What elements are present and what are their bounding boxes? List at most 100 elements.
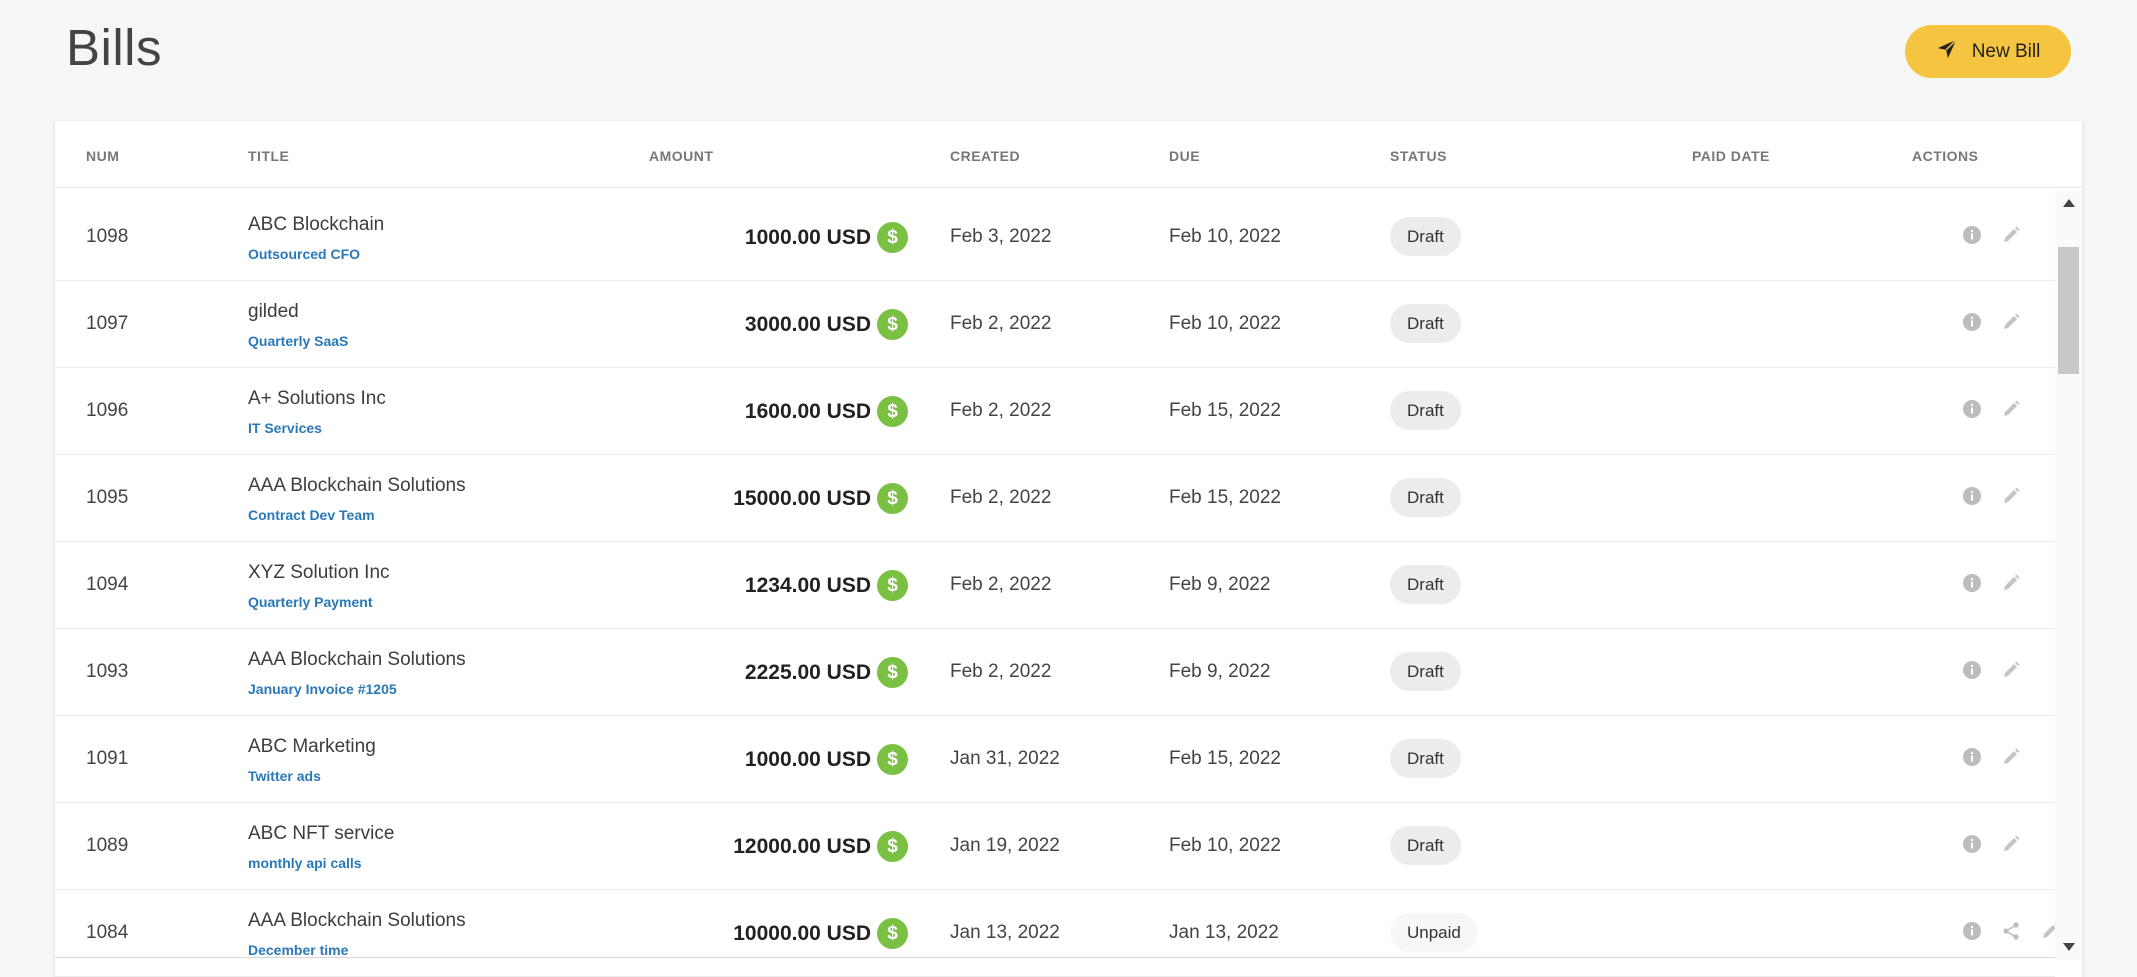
row-actions — [1962, 399, 2021, 419]
pencil-icon[interactable] — [2001, 834, 2021, 854]
bill-number: 1089 — [86, 835, 129, 856]
column-header-status[interactable]: STATUS — [1390, 148, 1447, 164]
bill-amount: 2225.00 USD $ — [615, 657, 908, 688]
bill-title: gilded — [248, 301, 299, 322]
bill-title: AAA Blockchain Solutions — [248, 910, 466, 931]
bill-amount: 12000.00 USD $ — [615, 831, 908, 862]
info-icon[interactable] — [1962, 573, 1982, 593]
table-scrollbar[interactable] — [2055, 190, 2082, 960]
table-header: NUM TITLE AMOUNT CREATED DUE STATUS PAID… — [55, 121, 2082, 188]
bill-subtitle-link[interactable]: December time — [248, 942, 348, 958]
row-actions — [1962, 312, 2021, 332]
status-badge: Draft — [1390, 739, 1461, 778]
status-badge: Unpaid — [1390, 913, 1478, 952]
amount-value: 15000.00 USD — [733, 486, 871, 510]
table-row[interactable]: 1089 ABC NFT service monthly api calls 1200… — [55, 803, 2055, 890]
table-row[interactable]: 1095 AAA Blockchain Solutions Contract Dev… — [55, 455, 2055, 542]
status-badge: Draft — [1390, 826, 1461, 865]
dollar-coin-icon: $ — [877, 396, 908, 427]
bill-subtitle-link[interactable]: Contract Dev Team — [248, 507, 375, 523]
created-date: Feb 2, 2022 — [950, 487, 1052, 508]
due-date: Feb 9, 2022 — [1169, 574, 1271, 595]
scroll-up-arrow[interactable] — [2063, 199, 2075, 207]
info-icon[interactable] — [1962, 312, 1982, 332]
column-header-due[interactable]: DUE — [1169, 148, 1200, 164]
table-row[interactable]: 1091 ABC Marketing Twitter ads 1000.00 USD $… — [55, 716, 2055, 803]
amount-value: 12000.00 USD — [733, 834, 871, 858]
bill-amount: 1600.00 USD $ — [615, 396, 908, 427]
dollar-coin-icon: $ — [877, 222, 908, 253]
bill-title: XYZ Solution Inc — [248, 562, 390, 583]
table-row[interactable]: 1098 ABC Blockchain Outsourced CFO 1000.00 … — [55, 194, 2055, 281]
created-date: Jan 19, 2022 — [950, 835, 1060, 856]
column-header-amount[interactable]: AMOUNT — [649, 148, 713, 164]
table-row[interactable]: 1093 AAA Blockchain Solutions January Invo… — [55, 629, 2055, 716]
share-icon[interactable] — [2001, 921, 2021, 941]
row-actions — [1962, 834, 2021, 854]
amount-value: 1600.00 USD — [744, 399, 871, 423]
created-date: Feb 2, 2022 — [950, 313, 1052, 334]
info-icon[interactable] — [1962, 399, 1982, 419]
bill-title: A+ Solutions Inc — [248, 388, 386, 409]
pencil-icon[interactable] — [2001, 747, 2021, 767]
new-bill-button[interactable]: New Bill — [1905, 25, 2071, 78]
status-badge: Draft — [1390, 565, 1461, 604]
dollar-coin-icon: $ — [877, 309, 908, 340]
new-bill-label: New Bill — [1971, 40, 2041, 62]
pencil-icon[interactable] — [2001, 573, 2021, 593]
created-date: Jan 31, 2022 — [950, 748, 1060, 769]
table-row[interactable]: 1094 XYZ Solution Inc Quarterly Payment 123… — [55, 542, 2055, 629]
info-icon[interactable] — [1962, 486, 1982, 506]
column-header-title[interactable]: TITLE — [248, 148, 289, 164]
status-badge: Draft — [1390, 478, 1461, 517]
info-icon[interactable] — [1962, 921, 1982, 941]
dollar-coin-icon: $ — [877, 570, 908, 601]
table-row[interactable]: 1097 gilded Quarterly SaaS 3000.00 USD $ Feb … — [55, 281, 2055, 368]
bill-subtitle-link[interactable]: Quarterly Payment — [248, 594, 373, 610]
pencil-icon[interactable] — [2001, 486, 2021, 506]
bill-title: ABC Blockchain — [248, 214, 385, 235]
due-date: Feb 15, 2022 — [1169, 748, 1281, 769]
bill-subtitle-link[interactable]: Twitter ads — [248, 768, 321, 784]
column-header-created[interactable]: CREATED — [950, 148, 1020, 164]
row-actions — [1962, 573, 2021, 593]
bill-number: 1091 — [86, 748, 129, 769]
column-header-actions: ACTIONS — [1912, 148, 1979, 164]
row-actions — [1962, 486, 2021, 506]
bill-title: ABC NFT service — [248, 823, 395, 844]
table-row[interactable]: 1096 A+ Solutions Inc IT Services 1600.00 U… — [55, 368, 2055, 455]
scroll-thumb[interactable] — [2058, 247, 2079, 374]
pencil-icon[interactable] — [2001, 399, 2021, 419]
bill-title: ABC Marketing — [248, 736, 376, 757]
info-icon[interactable] — [1962, 660, 1982, 680]
due-date: Feb 10, 2022 — [1169, 313, 1281, 334]
info-icon[interactable] — [1962, 834, 1982, 854]
created-date: Feb 2, 2022 — [950, 400, 1052, 421]
bill-amount: 10000.00 USD $ — [615, 918, 908, 949]
bill-amount: 1000.00 USD $ — [615, 744, 908, 775]
info-icon[interactable] — [1962, 747, 1982, 767]
scroll-down-arrow[interactable] — [2063, 943, 2075, 951]
table-row[interactable]: 1084 AAA Blockchain Solutions December tim… — [55, 890, 2059, 977]
due-date: Feb 10, 2022 — [1169, 226, 1281, 247]
bill-number: 1095 — [86, 487, 129, 508]
due-date: Feb 15, 2022 — [1169, 487, 1281, 508]
bill-subtitle-link[interactable]: monthly api calls — [248, 855, 362, 871]
bill-subtitle-link[interactable]: IT Services — [248, 420, 322, 436]
created-date: Jan 13, 2022 — [950, 922, 1060, 943]
due-date: Feb 9, 2022 — [1169, 661, 1271, 682]
amount-value: 1234.00 USD — [744, 573, 871, 597]
pencil-icon[interactable] — [2001, 312, 2021, 332]
bill-subtitle-link[interactable]: January Invoice #1205 — [248, 681, 397, 697]
bill-amount: 1234.00 USD $ — [615, 570, 908, 601]
column-header-paid-date[interactable]: PAID DATE — [1692, 148, 1770, 164]
bill-subtitle-link[interactable]: Outsourced CFO — [248, 246, 360, 262]
bills-table: NUM TITLE AMOUNT CREATED DUE STATUS PAID… — [55, 121, 2082, 977]
pencil-icon[interactable] — [2001, 225, 2021, 245]
dollar-coin-icon: $ — [877, 483, 908, 514]
pencil-icon[interactable] — [2001, 660, 2021, 680]
created-date: Feb 2, 2022 — [950, 661, 1052, 682]
info-icon[interactable] — [1962, 225, 1982, 245]
bill-subtitle-link[interactable]: Quarterly SaaS — [248, 333, 348, 349]
column-header-num[interactable]: NUM — [86, 148, 119, 164]
